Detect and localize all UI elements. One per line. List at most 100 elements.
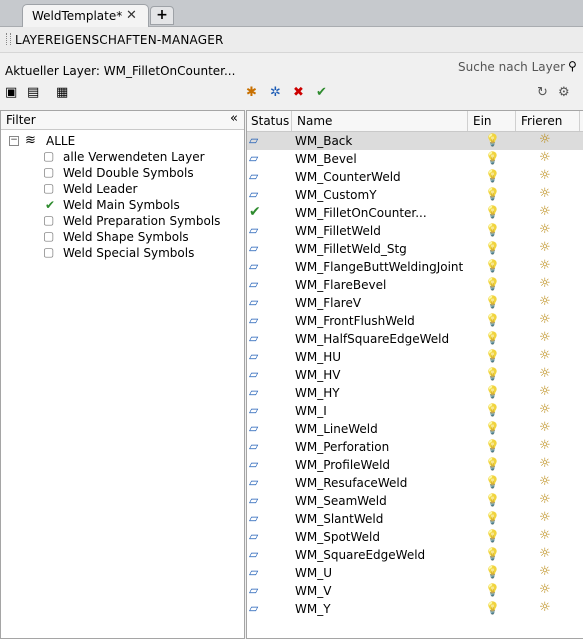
layer-row[interactable]: ▱ WM_FrontFlushWeld 💡 ☼ <box>247 312 583 330</box>
bulb-icon[interactable]: 💡 <box>485 601 500 615</box>
sun-icon[interactable]: ☼ <box>539 204 551 219</box>
bulb-icon[interactable]: 💡 <box>485 583 500 597</box>
layer-status-icon[interactable]: ▱ <box>249 367 258 381</box>
bulb-icon[interactable]: 💡 <box>485 331 500 345</box>
bulb-icon[interactable]: 💡 <box>485 457 500 471</box>
layer-row[interactable]: ▱ WM_CustomY 💡 ☼ <box>247 186 583 204</box>
settings-gear-icon[interactable]: ⚙ <box>558 85 570 100</box>
bulb-icon[interactable]: 💡 <box>485 475 500 489</box>
layer-row[interactable]: ▱ WM_ProfileWeld 💡 ☼ <box>247 456 583 474</box>
bulb-icon[interactable]: 💡 <box>485 349 500 363</box>
col-name[interactable]: Name <box>297 114 332 128</box>
sun-icon[interactable]: ☼ <box>539 186 551 201</box>
search-icon[interactable]: ⚲ <box>568 59 577 73</box>
search-field[interactable]: Suche nach Layer ⚲ <box>455 57 580 77</box>
sun-icon[interactable]: ☼ <box>539 366 551 381</box>
layer-row[interactable]: ✔ WM_FilletOnCounter... 💡 ☼ <box>247 204 583 222</box>
bulb-icon[interactable]: 💡 <box>485 313 500 327</box>
column-divider[interactable] <box>515 111 516 131</box>
sun-icon[interactable]: ☼ <box>539 546 551 561</box>
refresh-icon[interactable]: ↻ <box>537 85 548 100</box>
column-divider[interactable] <box>467 111 468 131</box>
bulb-icon[interactable]: 💡 <box>485 169 500 183</box>
collapse-tree-icon[interactable]: − <box>9 136 19 146</box>
layer-status-icon[interactable]: ▱ <box>249 169 258 183</box>
bulb-icon[interactable]: 💡 <box>485 277 500 291</box>
bulb-icon[interactable]: 💡 <box>485 565 500 579</box>
layer-status-icon[interactable]: ▱ <box>249 475 258 489</box>
bulb-icon[interactable]: 💡 <box>485 241 500 255</box>
bulb-icon[interactable]: 💡 <box>485 151 500 165</box>
layer-row[interactable]: ▱ WM_SeamWeld 💡 ☼ <box>247 492 583 510</box>
bulb-icon[interactable]: 💡 <box>485 439 500 453</box>
new-layer-icon[interactable]: ✱ <box>246 85 257 100</box>
sun-icon[interactable]: ☼ <box>539 132 551 147</box>
layer-status-icon[interactable]: ▱ <box>249 547 258 561</box>
bulb-icon[interactable]: 💡 <box>485 421 500 435</box>
layer-status-icon[interactable]: ▱ <box>249 349 258 363</box>
layer-row[interactable]: ▱ WM_FilletWeld_Stg 💡 ☼ <box>247 240 583 258</box>
sun-icon[interactable]: ☼ <box>539 222 551 237</box>
drag-grip-icon[interactable] <box>6 33 11 45</box>
layer-row[interactable]: ▱ WM_FlareBevel 💡 ☼ <box>247 276 583 294</box>
sun-icon[interactable]: ☼ <box>539 150 551 165</box>
bulb-icon[interactable]: 💡 <box>485 529 500 543</box>
layer-status-icon[interactable]: ▱ <box>249 421 258 435</box>
column-divider[interactable] <box>291 111 292 131</box>
bulb-icon[interactable]: 💡 <box>485 187 500 201</box>
sun-icon[interactable]: ☼ <box>539 312 551 327</box>
sun-icon[interactable]: ☼ <box>539 420 551 435</box>
bulb-icon[interactable]: 💡 <box>485 295 500 309</box>
layer-status-icon[interactable]: ▱ <box>249 277 258 291</box>
layer-row[interactable]: ▱ WM_SquareEdgeWeld 💡 ☼ <box>247 546 583 564</box>
layer-status-icon[interactable]: ▱ <box>249 439 258 453</box>
layer-status-icon[interactable]: ▱ <box>249 529 258 543</box>
sun-icon[interactable]: ☼ <box>539 384 551 399</box>
layer-row[interactable]: ▱ WM_HU 💡 ☼ <box>247 348 583 366</box>
layer-row[interactable]: ▱ WM_I 💡 ☼ <box>247 402 583 420</box>
bulb-icon[interactable]: 💡 <box>485 385 500 399</box>
layer-row[interactable]: ▱ WM_U 💡 ☼ <box>247 564 583 582</box>
layer-status-icon[interactable]: ▱ <box>249 151 258 165</box>
layer-status-icon[interactable]: ▱ <box>249 133 258 147</box>
layer-row[interactable]: ▱ WM_SpotWeld 💡 ☼ <box>247 528 583 546</box>
layer-row[interactable]: ▱ WM_FlangeButtWeldingJoint 💡 ☼ <box>247 258 583 276</box>
close-tab-icon[interactable]: ✕ <box>126 8 137 23</box>
layer-row[interactable]: ▱ WM_V 💡 ☼ <box>247 582 583 600</box>
new-property-filter-icon[interactable]: ▣ <box>5 85 17 100</box>
layer-status-icon[interactable]: ▱ <box>249 331 258 345</box>
layer-row[interactable]: ▱ WM_SlantWeld 💡 ☼ <box>247 510 583 528</box>
bulb-icon[interactable]: 💡 <box>485 493 500 507</box>
bulb-icon[interactable]: 💡 <box>485 511 500 525</box>
layer-status-icon[interactable]: ▱ <box>249 241 258 255</box>
layer-status-icon[interactable]: ▱ <box>249 565 258 579</box>
layer-status-icon[interactable]: ▱ <box>249 493 258 507</box>
layer-row[interactable]: ▱ WM_CounterWeld 💡 ☼ <box>247 168 583 186</box>
layer-row[interactable]: ▱ WM_LineWeld 💡 ☼ <box>247 420 583 438</box>
layer-row[interactable]: ▱ WM_Y 💡 ☼ <box>247 600 583 618</box>
col-on[interactable]: Ein <box>473 114 492 128</box>
sun-icon[interactable]: ☼ <box>539 438 551 453</box>
new-layer-frozen-icon[interactable]: ✲ <box>270 85 281 100</box>
layer-status-icon[interactable]: ▱ <box>249 403 258 417</box>
sun-icon[interactable]: ☼ <box>539 474 551 489</box>
layer-status-icon[interactable]: ▱ <box>249 295 258 309</box>
sun-icon[interactable]: ☼ <box>539 168 551 183</box>
bulb-icon[interactable]: 💡 <box>485 205 500 219</box>
layer-row[interactable]: ▱ WM_FlareV 💡 ☼ <box>247 294 583 312</box>
set-current-icon[interactable]: ✔ <box>316 85 327 100</box>
bulb-icon[interactable]: 💡 <box>485 259 500 273</box>
bulb-icon[interactable]: 💡 <box>485 133 500 147</box>
layer-row[interactable]: ▱ WM_FilletWeld 💡 ☼ <box>247 222 583 240</box>
bulb-icon[interactable]: 💡 <box>485 223 500 237</box>
sun-icon[interactable]: ☼ <box>539 564 551 579</box>
sun-icon[interactable]: ☼ <box>539 456 551 471</box>
col-freeze[interactable]: Frieren <box>521 114 562 128</box>
layer-status-icon[interactable]: ▱ <box>249 457 258 471</box>
col-status[interactable]: Status <box>251 114 289 128</box>
sun-icon[interactable]: ☼ <box>539 402 551 417</box>
layer-row[interactable]: ▱ WM_Bevel 💡 ☼ <box>247 150 583 168</box>
layer-row[interactable]: ▱ WM_ResufaceWeld 💡 ☼ <box>247 474 583 492</box>
bulb-icon[interactable]: 💡 <box>485 547 500 561</box>
sun-icon[interactable]: ☼ <box>539 528 551 543</box>
